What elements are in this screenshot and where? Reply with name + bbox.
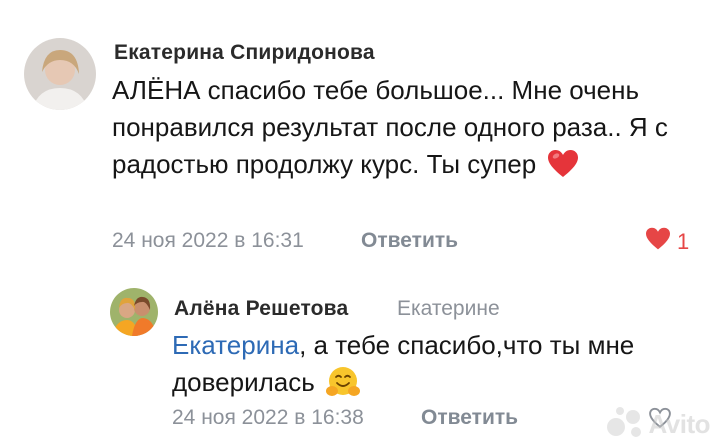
heart-icon bbox=[645, 227, 671, 256]
reply-author[interactable]: Алёна Решетова bbox=[174, 297, 348, 321]
reply-button[interactable]: Ответить bbox=[361, 229, 458, 253]
reply-button[interactable]: Ответить bbox=[421, 406, 518, 430]
avito-watermark: Avito bbox=[606, 405, 710, 444]
reply-to-label[interactable]: Екатерине bbox=[397, 297, 500, 321]
reply-text: Екатерина, а тебе спасибо,что ты мне дов… bbox=[172, 327, 692, 408]
heart-emoji bbox=[547, 149, 579, 189]
like-button[interactable]: 1 bbox=[645, 227, 689, 256]
comment-body: АЛЁНА спасибо тебе большое... Мне очень … bbox=[112, 75, 668, 179]
like-count: 1 bbox=[677, 228, 690, 254]
hugging-face-emoji bbox=[326, 366, 361, 408]
comment-text: АЛЁНА спасибо тебе большое... Мне очень … bbox=[112, 72, 702, 189]
reply-date: 24 ноя 2022 в 16:38 bbox=[172, 406, 364, 429]
comment-date: 24 ноя 2022 в 16:31 bbox=[112, 229, 304, 252]
watermark-text: Avito bbox=[648, 409, 710, 439]
avatar[interactable] bbox=[24, 38, 96, 110]
avatar[interactable] bbox=[110, 288, 158, 336]
comment-author[interactable]: Екатерина Спиридонова bbox=[114, 41, 375, 65]
mention-link[interactable]: Екатерина bbox=[172, 330, 299, 360]
avito-logo-icon bbox=[606, 405, 646, 444]
